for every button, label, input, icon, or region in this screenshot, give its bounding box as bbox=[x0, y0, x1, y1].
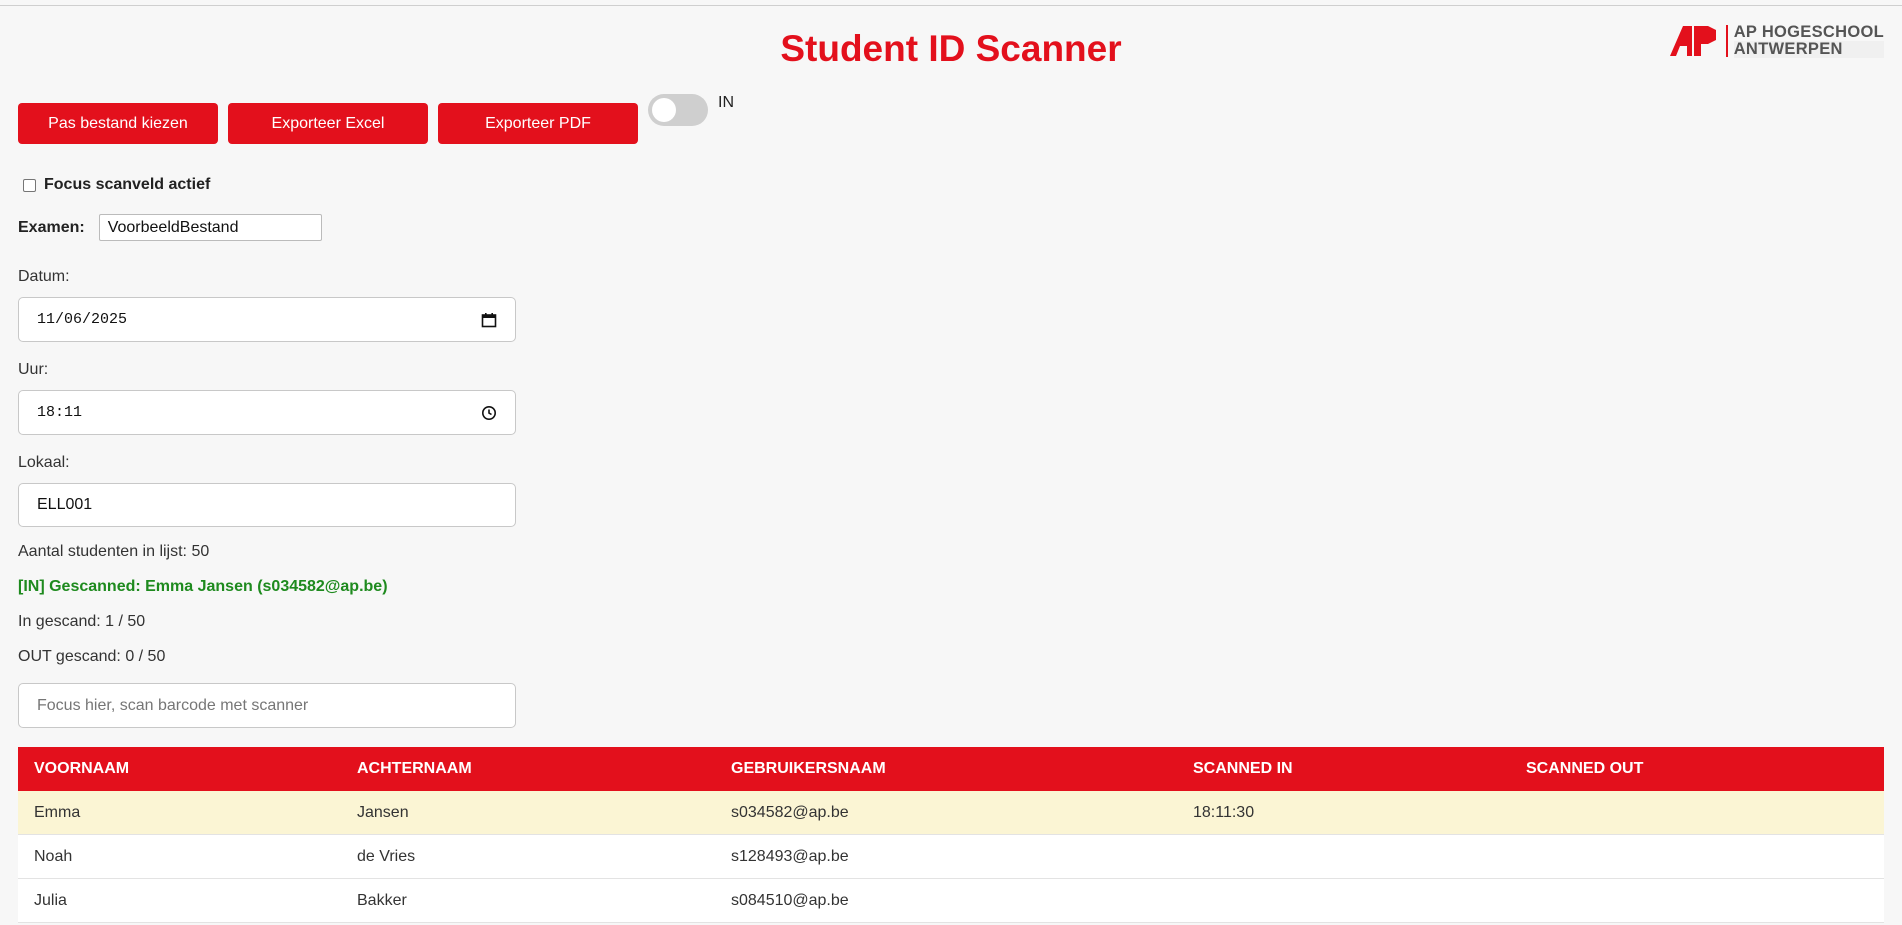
datum-input[interactable]: 11/06/2025 bbox=[18, 297, 516, 342]
header-gebruikersnaam[interactable]: GEBRUIKERSNAAM bbox=[715, 747, 1177, 791]
datum-label: Datum: bbox=[18, 268, 70, 285]
ap-logo: AP HOGESCHOOL ANTWERPEN bbox=[1669, 23, 1884, 58]
header-scanned-in[interactable]: SCANNED IN bbox=[1177, 747, 1510, 791]
cell-achternaam: de Vries bbox=[341, 834, 715, 879]
cell-scanned-in bbox=[1177, 834, 1510, 879]
lokaal-label: Lokaal: bbox=[18, 454, 70, 471]
cell-voornaam: Noah bbox=[18, 834, 341, 879]
cell-achternaam: Bakker bbox=[341, 878, 715, 923]
table-row[interactable]: Julia Bakker s084510@ap.be bbox=[18, 878, 1884, 923]
uur-value: 18:11 bbox=[37, 404, 83, 421]
datum-value: 11/06/2025 bbox=[37, 311, 128, 328]
page-title: Student ID Scanner bbox=[780, 28, 1122, 69]
out-scanned-count: OUT gescand: 0 / 50 bbox=[18, 648, 166, 665]
mode-toggle[interactable] bbox=[648, 94, 708, 126]
focus-scan-row: Focus scanveld actief bbox=[23, 176, 210, 194]
examen-label: Examen: bbox=[18, 218, 85, 236]
toggle-knob bbox=[652, 98, 676, 122]
lokaal-input[interactable]: ELL001 bbox=[18, 483, 516, 527]
header-achternaam[interactable]: ACHTERNAAM bbox=[341, 747, 715, 791]
logo-text: AP HOGESCHOOL ANTWERPEN bbox=[1733, 23, 1884, 58]
ap-logo-icon bbox=[1669, 26, 1716, 56]
cell-voornaam: Emma bbox=[18, 791, 341, 835]
cell-voornaam: Julia bbox=[18, 878, 341, 923]
table-row[interactable]: Noah de Vries s128493@ap.be bbox=[18, 834, 1884, 879]
uur-label: Uur: bbox=[18, 361, 49, 378]
cell-scanned-in: 18:11:30 bbox=[1177, 791, 1510, 835]
scan-input-placeholder: Focus hier, scan barcode met scanner bbox=[37, 696, 309, 714]
cell-scanned-out bbox=[1510, 791, 1884, 835]
logo-line-2: ANTWERPEN bbox=[1733, 41, 1884, 58]
cell-gebruikersnaam: s034582@ap.be bbox=[715, 791, 1177, 835]
cell-gebruikersnaam: s128493@ap.be bbox=[715, 834, 1177, 879]
app-root: Student ID Scanner AP HOGESCHOOL ANTWERP… bbox=[0, 0, 1902, 925]
cell-achternaam: Jansen bbox=[341, 791, 715, 835]
header-scanned-out[interactable]: SCANNED OUT bbox=[1510, 747, 1884, 791]
focus-scan-label: Focus scanveld actief bbox=[44, 176, 211, 193]
logo-divider bbox=[1725, 25, 1728, 57]
examen-input[interactable]: VoorbeeldBestand bbox=[98, 214, 322, 241]
students-table: VOORNAAM ACHTERNAAM GEBRUIKERSNAAM SCANN… bbox=[18, 747, 1884, 923]
in-scanned-count: In gescand: 1 / 50 bbox=[18, 613, 146, 630]
student-count: Aantal studenten in lijst: 50 bbox=[18, 543, 210, 560]
lokaal-value: ELL001 bbox=[37, 496, 93, 513]
cell-scanned-out bbox=[1510, 834, 1884, 879]
last-scan-status: [IN] Gescanned: Emma Jansen (s034582@ap.… bbox=[18, 578, 388, 595]
export-pdf-button[interactable]: Exporteer PDF bbox=[438, 103, 638, 144]
cell-scanned-out bbox=[1510, 878, 1884, 923]
calendar-icon[interactable] bbox=[481, 312, 497, 328]
table-header-row: VOORNAAM ACHTERNAAM GEBRUIKERSNAAM SCANN… bbox=[18, 747, 1884, 791]
table-row[interactable]: Emma Jansen s034582@ap.be 18:11:30 bbox=[18, 791, 1884, 835]
export-excel-button[interactable]: Exporteer Excel bbox=[228, 103, 428, 144]
cell-scanned-in bbox=[1177, 878, 1510, 923]
toolbar: Pas bestand kiezen Exporteer Excel Expor… bbox=[18, 103, 638, 144]
scan-input[interactable]: Focus hier, scan barcode met scanner bbox=[18, 683, 516, 728]
header-voornaam[interactable]: VOORNAAM bbox=[18, 747, 341, 791]
logo-line-1: AP HOGESCHOOL bbox=[1733, 23, 1884, 41]
choose-file-button[interactable]: Pas bestand kiezen bbox=[18, 103, 218, 144]
clock-icon[interactable] bbox=[481, 405, 497, 421]
focus-scan-checkbox[interactable] bbox=[23, 178, 36, 192]
examen-row: Examen: VoorbeeldBestand bbox=[18, 214, 322, 241]
cell-gebruikersnaam: s084510@ap.be bbox=[715, 878, 1177, 923]
mode-label: IN bbox=[718, 94, 734, 111]
top-divider bbox=[0, 5, 1902, 6]
uur-input[interactable]: 18:11 bbox=[18, 390, 516, 435]
examen-value: VoorbeeldBestand bbox=[107, 218, 239, 236]
